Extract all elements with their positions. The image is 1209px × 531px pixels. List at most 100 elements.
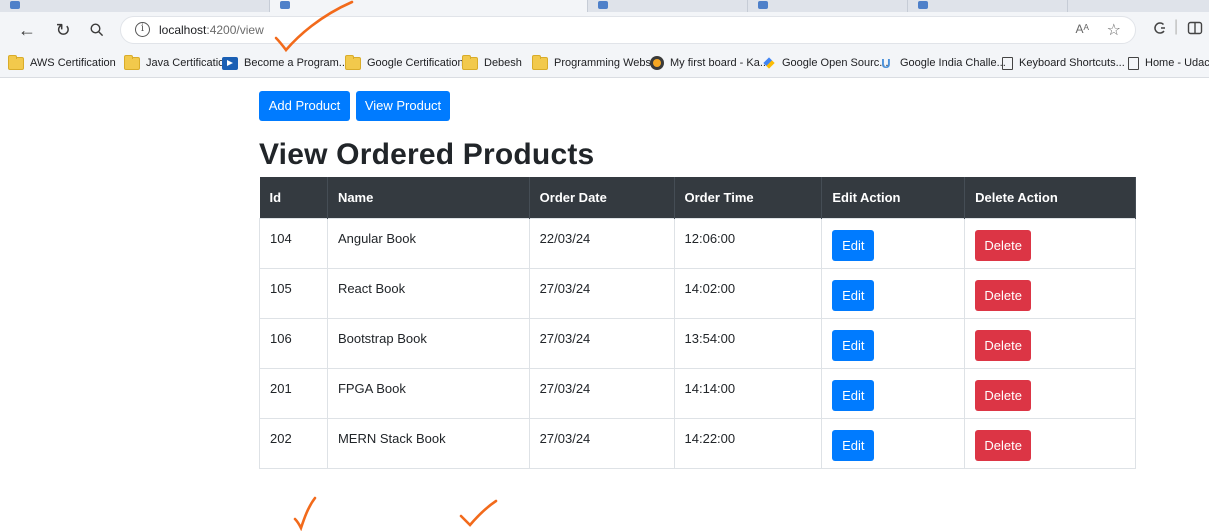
bookmark-google-certification[interactable]: Google Certification [345, 54, 464, 71]
edit-button[interactable]: Edit [832, 229, 875, 261]
cell-delete-action: Delete [964, 217, 1136, 269]
cell-id: 202 [259, 417, 328, 469]
tab-favicon-icon [758, 1, 768, 9]
bookmarks-bar: AWS Certification Java Certification Bec… [0, 48, 1209, 78]
page-icon [1128, 56, 1139, 70]
folder-icon [8, 54, 24, 70]
refresh-icon[interactable]: ↻ [48, 14, 78, 46]
cell-edit-action: Edit [821, 217, 966, 269]
annotation-check-mark-icon [459, 499, 498, 527]
page-title: View Ordered Products [259, 138, 595, 171]
bookmark-google-open-source[interactable]: Google Open Sourc... [762, 55, 888, 71]
cell-id: 105 [259, 267, 328, 319]
table-row: 201 FPGA Book 27/03/24 14:14:00 Edit Del… [259, 367, 1136, 419]
bookmark-keyboard-shortcuts[interactable]: Keyboard Shortcuts... [1000, 55, 1125, 71]
column-header-order-date: Order Date [529, 177, 675, 218]
toolbar-divider: | [1174, 18, 1179, 35]
cell-name: MERN Stack Book [326, 417, 530, 469]
browser-toolbar: ← ↻ i localhost:4200/view Aᴬ ☆ | [0, 12, 1209, 48]
split-screen-icon[interactable] [1187, 20, 1203, 41]
cell-order-time: 14:22:00 [673, 417, 823, 469]
cell-edit-action: Edit [821, 267, 966, 319]
page-viewport: Add Product View Product View Ordered Pr… [0, 78, 1209, 531]
delete-button[interactable]: Delete [975, 329, 1032, 361]
cell-order-date: 27/03/24 [528, 317, 675, 369]
table-row: 104 Angular Book 22/03/24 12:06:00 Edit … [259, 217, 1136, 269]
cell-delete-action: Delete [964, 317, 1136, 369]
cell-order-time: 14:02:00 [673, 267, 823, 319]
bookmark-debesh[interactable]: Debesh [462, 54, 522, 71]
folder-icon [532, 54, 548, 70]
folder-icon [462, 54, 478, 70]
cell-id: 201 [259, 367, 328, 419]
cell-order-date: 22/03/24 [528, 217, 675, 269]
page-icon [1002, 56, 1013, 70]
delete-button[interactable]: Delete [975, 279, 1032, 311]
cell-name: Bootstrap Book [326, 317, 530, 369]
video-icon [222, 56, 238, 70]
edit-button[interactable]: Edit [832, 429, 875, 461]
table-row: 202 MERN Stack Book 27/03/24 14:22:00 Ed… [259, 417, 1136, 469]
tab-favicon-icon [918, 1, 928, 9]
search-icon[interactable] [82, 14, 112, 46]
cell-order-time: 14:14:00 [673, 367, 823, 419]
folder-icon [124, 54, 140, 70]
browser-tab[interactable] [588, 0, 748, 12]
copilot-icon[interactable] [1152, 20, 1168, 41]
cell-id: 104 [259, 217, 328, 269]
table-row: 106 Bootstrap Book 27/03/24 13:54:00 Edi… [259, 317, 1136, 369]
cell-order-time: 13:54:00 [673, 317, 823, 369]
cell-order-date: 27/03/24 [528, 367, 675, 419]
delete-button[interactable]: Delete [975, 379, 1032, 411]
edit-button[interactable]: Edit [832, 379, 875, 411]
bookmark-aws-certification[interactable]: AWS Certification [8, 54, 116, 71]
tab-favicon-icon [10, 1, 20, 9]
annotation-check-mark-icon [293, 496, 317, 531]
cell-order-date: 27/03/24 [528, 417, 675, 469]
tab-favicon-icon [598, 1, 608, 9]
column-header-order-time: Order Time [674, 177, 823, 218]
cell-edit-action: Edit [821, 417, 966, 469]
bookmark-my-first-board[interactable]: My first board - Ka... [650, 55, 769, 71]
view-product-button[interactable]: View Product [356, 91, 450, 121]
browser-tab[interactable] [748, 0, 908, 12]
column-header-edit-action: Edit Action [821, 177, 966, 218]
orders-table: Id Name Order Date Order Time Edit Actio… [259, 177, 1136, 469]
read-aloud-icon[interactable]: Aᴬ [1076, 22, 1089, 36]
bookmark-home-udacity[interactable]: Home - Udacity [1126, 55, 1209, 71]
column-header-delete-action: Delete Action [964, 177, 1136, 218]
cell-id: 106 [259, 317, 328, 369]
column-header-name: Name [327, 177, 530, 218]
edit-button[interactable]: Edit [832, 329, 875, 361]
bookmark-java-certification[interactable]: Java Certification [124, 54, 230, 71]
bookmark-google-india-challenge[interactable]: U Google India Challe... [878, 55, 1006, 71]
edit-button[interactable]: Edit [832, 279, 875, 311]
table-header-row: Id Name Order Date Order Time Edit Actio… [259, 177, 1136, 218]
delete-button[interactable]: Delete [975, 229, 1032, 261]
cell-delete-action: Delete [964, 267, 1136, 319]
kite-icon [762, 56, 776, 70]
back-icon[interactable]: ← [12, 14, 42, 46]
add-product-button[interactable]: Add Product [259, 91, 350, 121]
cell-name: FPGA Book [326, 367, 530, 419]
favorite-star-icon[interactable]: ☆ [1107, 20, 1121, 40]
site-info-icon[interactable]: i [135, 22, 150, 37]
cell-name: React Book [326, 267, 530, 319]
udemy-icon: U [881, 55, 891, 71]
cell-edit-action: Edit [821, 317, 966, 369]
cell-order-time: 12:06:00 [673, 217, 823, 269]
browser-tab[interactable] [0, 0, 270, 12]
tab-strip [0, 0, 1209, 12]
cell-edit-action: Edit [821, 367, 966, 419]
board-icon [650, 56, 664, 70]
cell-delete-action: Delete [964, 417, 1136, 469]
delete-button[interactable]: Delete [975, 429, 1032, 461]
url-text: localhost:4200/view [159, 23, 264, 37]
table-row: 105 React Book 27/03/24 14:02:00 Edit De… [259, 267, 1136, 319]
cell-order-date: 27/03/24 [528, 267, 675, 319]
browser-tab[interactable] [908, 0, 1068, 12]
cell-delete-action: Delete [964, 367, 1136, 419]
column-header-id: Id [259, 177, 328, 218]
bookmark-programming-websites[interactable]: Programming Webs... [532, 54, 660, 71]
cell-name: Angular Book [326, 217, 530, 269]
